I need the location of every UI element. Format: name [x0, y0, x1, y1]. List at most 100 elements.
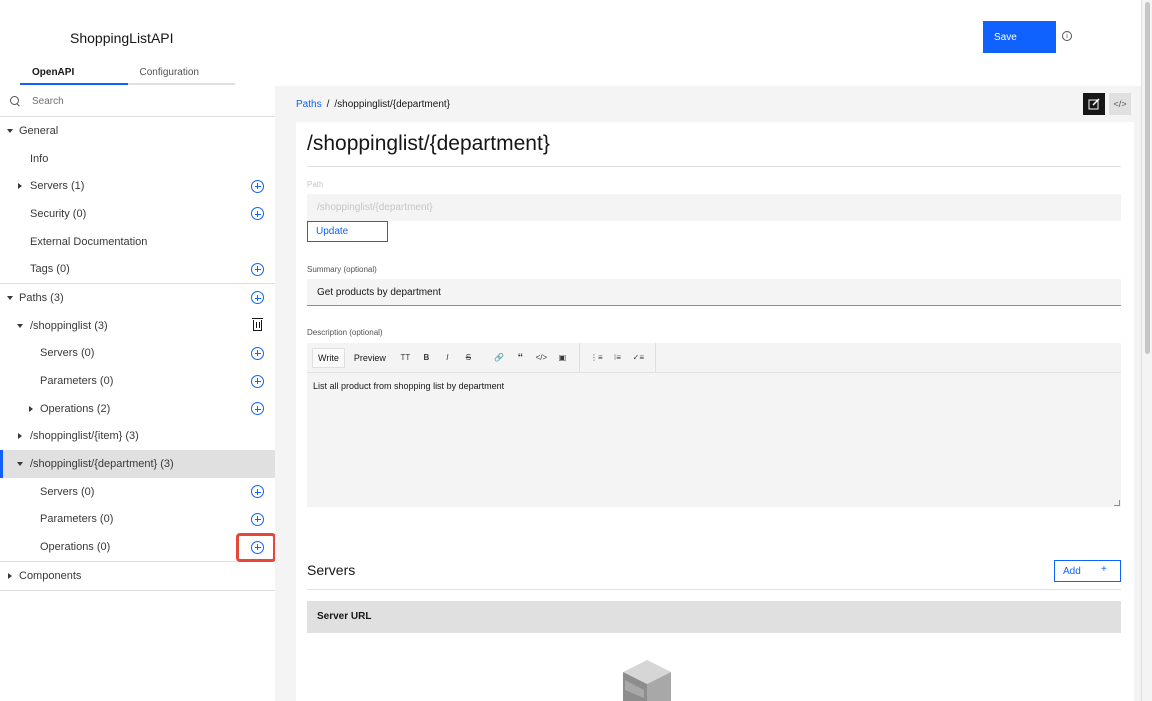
breadcrumb-separator: / — [326, 99, 330, 110]
breadcrumb: Paths / /shoppinglist/{department} — [296, 99, 450, 110]
tree-item[interactable]: Servers (1) — [0, 172, 275, 200]
tree-item[interactable]: Info — [0, 145, 275, 173]
tree-item[interactable]: Security (0) — [0, 200, 275, 228]
heading-icon[interactable]: TT — [395, 353, 416, 362]
app-title: ShoppingListAPI — [70, 30, 174, 46]
caret-down-icon[interactable] — [7, 128, 13, 133]
path-label: Path — [307, 180, 324, 189]
description-textarea[interactable]: List all product from shopping list by d… — [307, 373, 1121, 399]
markdown-toolbar: Write Preview TT B I S 🔗 “ </> ▣ ⋮≡ ⁝≡ ✓… — [307, 342, 1121, 373]
add-circle-icon[interactable] — [251, 207, 264, 221]
tree-item-label: Paths (3) — [19, 291, 64, 304]
add-circle-icon[interactable] — [251, 512, 264, 526]
add-circle-icon[interactable] — [251, 179, 264, 193]
servers-divider — [307, 589, 1121, 590]
tree-item-label: General — [19, 124, 59, 137]
search-icon — [10, 96, 20, 106]
write-tab[interactable]: Write — [312, 347, 345, 368]
image-icon[interactable]: ▣ — [552, 353, 573, 362]
tree-item-label: Tags (0) — [30, 263, 70, 276]
caret-right-icon[interactable] — [18, 433, 22, 440]
tree-item[interactable]: /shoppinglist/{department} (3) — [0, 450, 275, 478]
tree-item[interactable]: Parameters (0) — [0, 367, 275, 395]
add-server-button[interactable]: Add + — [1054, 560, 1121, 582]
code-icon[interactable]: </> — [531, 353, 552, 362]
caret-down-icon[interactable] — [17, 462, 23, 467]
bulleted-list-icon[interactable]: ⋮≡ — [586, 353, 607, 362]
caret-right-icon[interactable] — [18, 183, 22, 190]
task-list-icon[interactable]: ✓≡ — [628, 353, 649, 362]
tree-item[interactable]: Components — [0, 562, 275, 590]
tree-item[interactable]: External Documentation — [0, 228, 275, 256]
scroll-thumb[interactable] — [1145, 2, 1150, 354]
tree-item-label: Parameters (0) — [40, 513, 114, 526]
italic-icon[interactable]: I — [437, 353, 458, 362]
caret-down-icon[interactable] — [7, 295, 13, 300]
quote-icon[interactable]: “ — [510, 352, 531, 364]
tree-item-label: Components — [19, 569, 82, 582]
path-editor-card: /shoppinglist/{department} Path Update S… — [296, 122, 1134, 701]
breadcrumb-current: /shoppinglist/{department} — [334, 99, 450, 110]
info-icon[interactable]: i — [1062, 31, 1072, 41]
tree-item-label: Operations (0) — [40, 541, 111, 554]
markdown-editor: Write Preview TT B I S 🔗 “ </> ▣ ⋮≡ ⁝≡ ✓… — [307, 342, 1121, 507]
tab-configuration[interactable]: Configuration — [128, 62, 236, 83]
edit-icon — [1088, 98, 1100, 110]
description-label: Description (optional) — [307, 328, 383, 337]
tree-item[interactable]: Servers (0) — [0, 478, 275, 506]
tree-item-label: Servers (0) — [40, 485, 95, 498]
add-circle-icon[interactable] — [251, 346, 264, 360]
add-circle-icon[interactable] — [251, 262, 264, 276]
tree-item[interactable]: Tags (0) — [0, 255, 275, 283]
strikethrough-icon[interactable]: S — [458, 353, 479, 362]
form-view-button[interactable] — [1083, 93, 1105, 115]
toolbar-divider — [578, 342, 580, 373]
tree-item-label: Servers (0) — [40, 347, 95, 360]
preview-tab[interactable]: Preview — [349, 349, 391, 367]
tree-item[interactable]: Parameters (0) — [0, 506, 275, 534]
tab-list: OpenAPI Configuration — [20, 62, 235, 85]
tree-item[interactable]: /shoppinglist (3) — [0, 312, 275, 340]
toolbar-divider — [654, 342, 656, 373]
caret-right-icon[interactable] — [29, 405, 33, 412]
add-label: Add — [1063, 565, 1081, 577]
link-icon[interactable]: 🔗 — [489, 353, 510, 362]
path-input[interactable] — [307, 194, 1121, 221]
add-circle-icon[interactable] — [251, 485, 264, 499]
summary-label: Summary (optional) — [307, 265, 377, 274]
search-input[interactable] — [32, 95, 232, 107]
annotation-highlight-box — [236, 533, 276, 562]
tree-item[interactable]: /shoppinglist/{item} (3) — [0, 423, 275, 451]
tree-item[interactable]: General — [0, 117, 275, 145]
tree-item[interactable]: Servers (0) — [0, 340, 275, 368]
resize-handle-icon[interactable] — [1114, 500, 1120, 506]
tab-openapi[interactable]: OpenAPI — [20, 62, 128, 85]
update-button[interactable]: Update — [307, 221, 388, 242]
page-scrollbar[interactable] — [1141, 0, 1152, 701]
tree-item[interactable]: Operations (0) — [0, 533, 275, 561]
save-button[interactable]: Save — [983, 21, 1056, 53]
tree-item-label: /shoppinglist/{department} (3) — [30, 458, 174, 471]
add-circle-icon[interactable] — [251, 402, 264, 416]
server-url-column-header: Server URL — [307, 601, 1121, 633]
main-panel: Paths / /shoppinglist/{department} </> /sh… — [275, 86, 1141, 701]
sidebar: General Info Servers (1) Security (0) Extern… — [0, 86, 275, 701]
search-bar — [0, 86, 275, 117]
plus-icon: + — [1101, 564, 1107, 575]
numbered-list-icon[interactable]: ⁝≡ — [607, 353, 628, 362]
add-circle-icon[interactable] — [251, 291, 264, 305]
add-circle-icon[interactable] — [251, 374, 264, 388]
code-icon: </> — [1113, 99, 1127, 109]
page-title: /shoppinglist/{department} — [307, 132, 550, 155]
bold-icon[interactable]: B — [416, 353, 437, 362]
tree-item-label: /shoppinglist/{item} (3) — [30, 430, 139, 443]
tree-divider — [0, 589, 275, 591]
breadcrumb-paths-link[interactable]: Paths — [296, 99, 322, 110]
source-view-button[interactable]: </> — [1109, 93, 1131, 115]
tree-item[interactable]: Paths (3) — [0, 284, 275, 312]
trash-icon[interactable] — [252, 318, 263, 332]
summary-input[interactable] — [307, 279, 1121, 306]
tree-item[interactable]: Operations (2) — [0, 395, 275, 423]
caret-down-icon[interactable] — [17, 323, 23, 328]
caret-right-icon[interactable] — [8, 572, 12, 579]
